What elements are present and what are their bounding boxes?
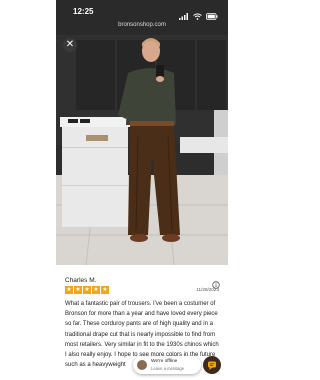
status-time: 12:25	[73, 7, 94, 16]
chat-popup[interactable]: We're offline Leave a message	[133, 356, 201, 374]
star-icon: ★	[101, 286, 109, 294]
chat-widget[interactable]: We're offline Leave a message	[133, 356, 221, 374]
chat-title: We're offline	[151, 359, 178, 364]
url-bar[interactable]: bronsonshop.com	[56, 22, 228, 32]
chat-button[interactable]	[203, 356, 221, 374]
review-date: 11/28/2023	[196, 287, 219, 292]
star-icon: ★	[92, 286, 100, 294]
rating-stars: ★ ★ ★ ★ ★	[65, 286, 109, 294]
avatar	[137, 360, 147, 370]
close-button[interactable]: ✕	[63, 38, 77, 52]
mirror-photo	[56, 35, 228, 265]
star-icon: ★	[65, 286, 73, 294]
star-icon: ★	[83, 286, 91, 294]
chat-icon	[208, 361, 216, 370]
chat-subtitle: Leave a message	[151, 366, 185, 371]
phone-screen: 12:25 bronsonshop.com ✕ Charles M. ★ ★ ★…	[56, 0, 228, 380]
close-icon: ✕	[65, 39, 75, 50]
photo-viewer: 12:25 bronsonshop.com ✕	[56, 0, 228, 265]
review-author: Charles M.	[65, 277, 97, 284]
star-icon: ★	[74, 286, 82, 294]
status-bar: 12:25	[56, 0, 228, 22]
